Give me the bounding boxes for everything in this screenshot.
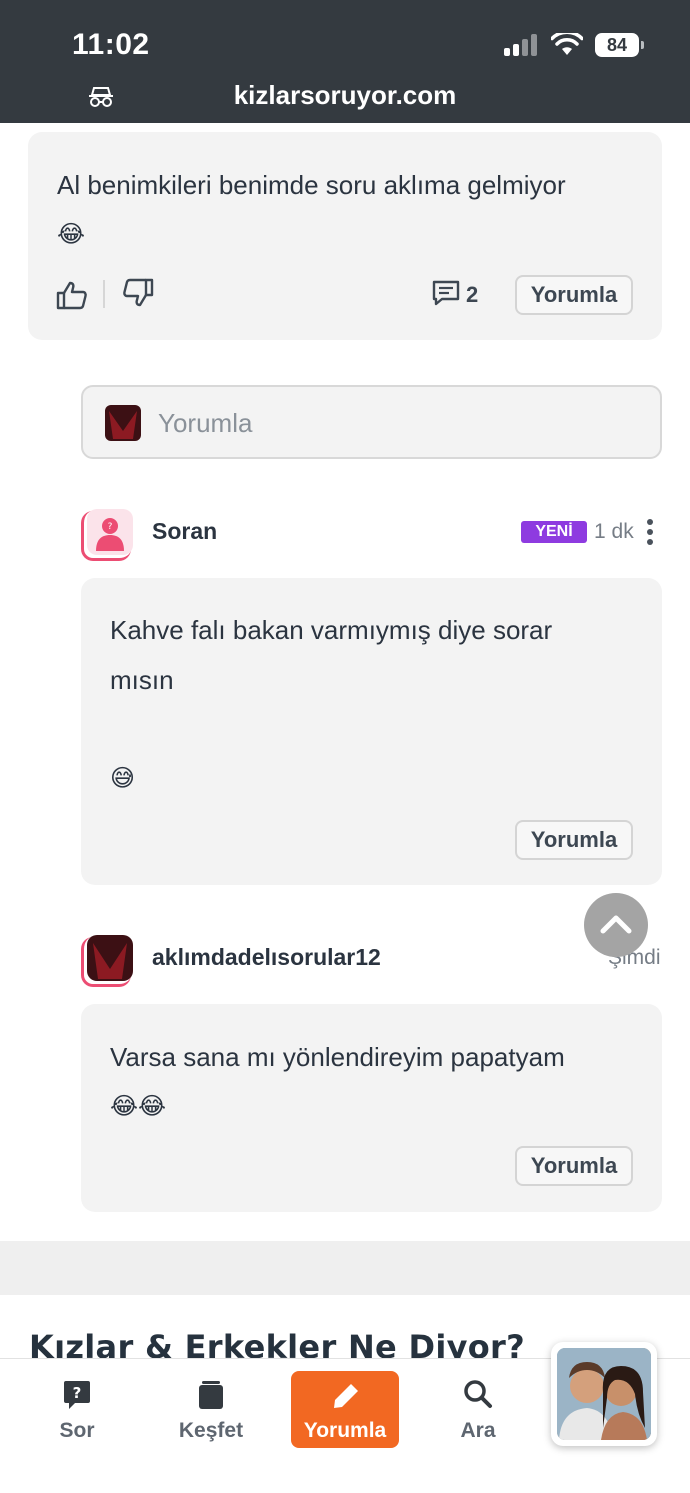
nav-label: Ara <box>460 1419 496 1442</box>
pencil-icon <box>334 1384 358 1408</box>
reply-text-line1: Kahve falı bakan varmıymış diye sorar <box>110 615 553 645</box>
reply-button[interactable]: Yorumla <box>515 1146 633 1186</box>
nav-item-sor[interactable]: ? Sor <box>22 1359 132 1449</box>
new-badge: YENİ <box>521 521 587 543</box>
vote-divider <box>103 280 105 308</box>
battery-indicator: 84 <box>595 33 644 57</box>
comment-time: 1 dk <box>594 520 634 543</box>
wifi-icon <box>551 33 583 55</box>
browser-top-bar: 11:02 84 kizlarsoruyor.com <box>0 0 690 123</box>
cellular-signal-icon <box>504 34 540 56</box>
reply-button[interactable]: Yorumla <box>515 275 633 315</box>
chevron-up-icon <box>600 915 632 934</box>
couple-photo <box>557 1348 651 1440</box>
comment-input-placeholder: Yorumla <box>158 408 253 438</box>
section-divider <box>0 1241 690 1295</box>
comment-count: 2 <box>466 282 479 307</box>
reply-emoji: 😂😂 <box>110 1093 167 1120</box>
reply-button[interactable]: Yorumla <box>515 820 633 860</box>
reply-text: Varsa sana mı yönlendireyim papatyam <box>110 1042 565 1072</box>
nav-item-ara[interactable]: Ara <box>423 1359 533 1449</box>
nav-label: Yorumla <box>303 1419 387 1442</box>
comment-count-icon[interactable] <box>431 279 461 307</box>
more-options-icon[interactable] <box>646 519 654 545</box>
thumbs-down-icon[interactable] <box>122 278 154 308</box>
nav-label: Keşfet <box>178 1419 244 1442</box>
status-time: 11:02 <box>72 28 150 61</box>
address-bar-url[interactable]: kizlarsoruyor.com <box>0 80 690 111</box>
avatar[interactable] <box>87 935 133 981</box>
search-icon <box>464 1380 492 1408</box>
answer-emoji: 😂 <box>57 221 86 248</box>
scroll-to-top-button[interactable] <box>584 893 648 957</box>
answer-text: Al benimkileri benimde soru aklıma gelmi… <box>57 170 566 200</box>
nav-label: Sor <box>59 1419 95 1442</box>
reply-emoji: 😅 <box>110 765 136 792</box>
reply-card: Varsa sana mı yönlendireyim papatyam 😂😂 … <box>81 1004 662 1212</box>
question-bubble-icon: ? <box>64 1381 90 1409</box>
svg-text:?: ? <box>73 1384 82 1402</box>
thumbs-up-icon[interactable] <box>56 280 88 310</box>
dating-promo-thumbnail[interactable] <box>551 1342 657 1446</box>
comment-input-box[interactable]: Yorumla <box>81 385 662 459</box>
avatar[interactable]: ? <box>87 509 133 555</box>
reply-text-line2: mısın <box>110 665 174 695</box>
nav-item-kesfet[interactable]: Keşfet <box>156 1359 266 1449</box>
svg-text:?: ? <box>108 522 113 532</box>
nav-item-yorumla[interactable]: Yorumla <box>291 1371 399 1448</box>
username[interactable]: Soran <box>152 518 217 545</box>
user-avatar <box>105 405 141 441</box>
stack-icon <box>199 1381 223 1409</box>
username[interactable]: aklımdadelısorular12 <box>152 944 381 971</box>
reply-card: Kahve falı bakan varmıymış diye sorar mı… <box>81 578 662 885</box>
